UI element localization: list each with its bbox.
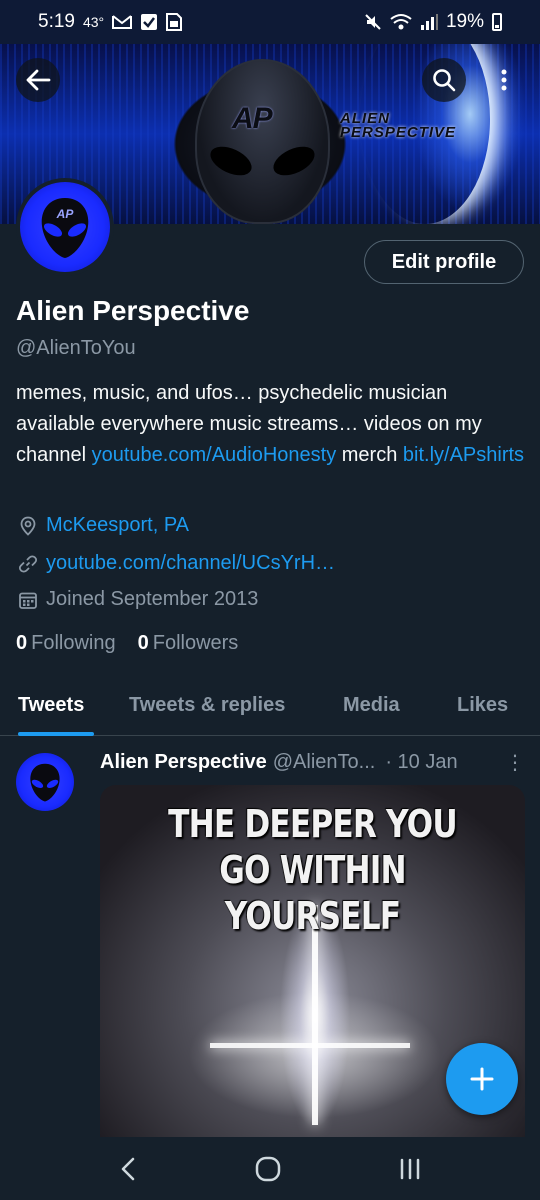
wifi-icon bbox=[390, 14, 412, 30]
followers-link[interactable]: 0 Followers bbox=[138, 632, 239, 655]
joined-text: Joined September 2013 bbox=[46, 588, 259, 610]
system-nav-bar bbox=[0, 1137, 540, 1200]
status-temperature: 43° bbox=[82, 14, 105, 30]
tweet-author-name[interactable]: Alien Perspective bbox=[100, 751, 267, 774]
compose-plus-icon bbox=[470, 1067, 494, 1091]
tweet-date[interactable]: · 10 Jan bbox=[385, 751, 457, 774]
checkbox-icon bbox=[141, 14, 158, 30]
followers-count: 0 bbox=[137, 632, 149, 654]
location-text[interactable]: McKeesport, PA bbox=[46, 514, 189, 537]
following-link[interactable]: 0 Following bbox=[16, 632, 116, 655]
tweet-more-icon[interactable]: ⋮ bbox=[505, 750, 525, 775]
avatar-image: AP bbox=[20, 182, 110, 272]
website-link[interactable]: youtube.com/channel/UCsYrH… bbox=[46, 552, 335, 575]
profile-joined: Joined September 2013 bbox=[18, 588, 258, 611]
profile-name: Alien Perspective bbox=[16, 295, 250, 326]
back-button[interactable] bbox=[16, 58, 60, 102]
profile-avatar[interactable]: AP bbox=[16, 178, 114, 276]
back-nav-icon[interactable] bbox=[119, 1156, 137, 1182]
more-options-button[interactable] bbox=[484, 58, 524, 102]
status-bar: 5:19 43° 19% bbox=[0, 0, 540, 44]
search-icon bbox=[433, 69, 456, 92]
tweet-header: Alien Perspective @AlienTo... · 10 Jan ⋮ bbox=[100, 750, 525, 775]
tab-media[interactable]: Media bbox=[343, 694, 400, 717]
media-light-horizontal bbox=[210, 1043, 410, 1048]
media-caption-line2: GO WITHIN YOURSELF bbox=[219, 848, 406, 938]
banner-alien-head bbox=[195, 59, 330, 224]
tweet-author-handle[interactable]: @AlienTo... bbox=[273, 751, 376, 774]
gmail-icon bbox=[112, 15, 133, 29]
bio-link-merch[interactable]: bit.ly/APshirts bbox=[403, 444, 524, 466]
profile-handle: @AlienToYou bbox=[16, 337, 136, 359]
profile-location: McKeesport, PA bbox=[18, 514, 189, 537]
alien-avatar-icon: AP bbox=[41, 198, 89, 258]
back-icon bbox=[26, 69, 51, 91]
following-label: Following bbox=[31, 632, 116, 654]
compose-tweet-button[interactable] bbox=[446, 1043, 518, 1115]
sim-icon bbox=[166, 13, 183, 31]
tab-likes[interactable]: Likes bbox=[457, 694, 508, 717]
link-icon bbox=[18, 554, 38, 573]
location-pin-icon bbox=[20, 516, 36, 536]
active-tab-indicator bbox=[18, 732, 94, 736]
bio-link-youtube[interactable]: youtube.com/AudioHonesty bbox=[92, 444, 337, 466]
tab-tweets-replies[interactable]: Tweets & replies bbox=[129, 694, 285, 717]
calendar-icon bbox=[19, 592, 37, 609]
profile-bio: memes, music, and ufos… psychedelic musi… bbox=[16, 378, 526, 471]
alien-eye-left bbox=[205, 140, 257, 182]
mute-icon bbox=[365, 14, 381, 30]
battery-icon bbox=[492, 13, 502, 31]
profile-tabs: Tweets Tweets & replies Media Likes bbox=[0, 680, 540, 736]
follow-stats: 0 Following 0 Followers bbox=[16, 632, 238, 655]
media-caption: THE DEEPER YOU GO WITHIN YOURSELF bbox=[138, 801, 487, 939]
avatar-text: AP bbox=[56, 207, 75, 221]
bio-text-2: merch bbox=[336, 444, 403, 466]
banner-brand-line2: PERSPECTIVE bbox=[340, 124, 457, 141]
following-count: 0 bbox=[16, 632, 28, 654]
banner-logo-text: AP bbox=[232, 102, 273, 135]
alien-eye-right bbox=[268, 140, 320, 182]
followers-label: Followers bbox=[152, 632, 239, 654]
profile-website: youtube.com/channel/UCsYrH… bbox=[18, 552, 335, 575]
more-vertical-icon bbox=[501, 69, 507, 91]
search-button[interactable] bbox=[422, 58, 466, 102]
battery-percent: 19% bbox=[445, 11, 484, 32]
tab-tweets[interactable]: Tweets bbox=[18, 694, 84, 717]
tweet-avatar[interactable] bbox=[16, 753, 74, 811]
edit-profile-button[interactable]: Edit profile bbox=[364, 240, 524, 284]
home-nav-icon[interactable] bbox=[254, 1155, 282, 1183]
alien-avatar-icon bbox=[30, 763, 60, 802]
recents-nav-icon[interactable] bbox=[399, 1157, 421, 1181]
status-time: 5:19 bbox=[38, 11, 75, 32]
banner-brand: ALIEN PERSPECTIVE bbox=[340, 111, 457, 141]
signal-icon bbox=[420, 14, 438, 30]
media-caption-line1: THE DEEPER YOU bbox=[168, 802, 457, 846]
